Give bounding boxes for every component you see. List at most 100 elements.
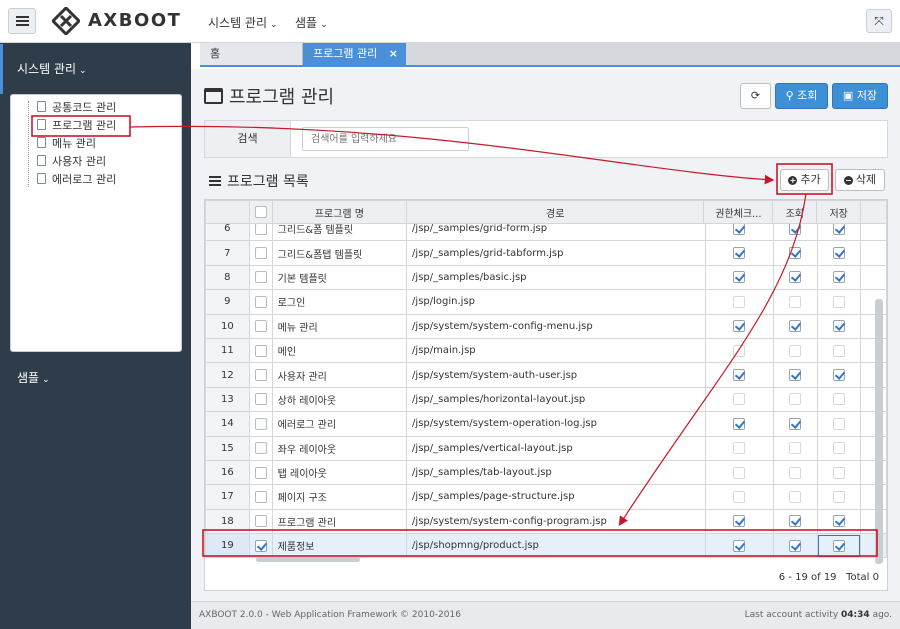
search-button[interactable]: ⚲ 조회 [775, 83, 828, 109]
tab-home[interactable]: 홈 [200, 43, 303, 65]
checked-checkbox[interactable] [733, 417, 746, 430]
checked-checkbox[interactable] [733, 369, 746, 382]
save-check-cell[interactable] [816, 337, 862, 364]
tree-item-common-code[interactable]: 공통코드 관리 [37, 100, 116, 116]
checked-checkbox[interactable] [733, 222, 746, 235]
checked-checkbox[interactable] [832, 539, 845, 552]
row-select-cell[interactable] [248, 459, 273, 486]
row-select-cell[interactable] [248, 264, 273, 291]
row-select-checkbox[interactable] [254, 344, 267, 357]
unchecked-checkbox[interactable] [832, 344, 845, 357]
program-path-cell[interactable]: /jsp/system/system-config-menu.jsp [406, 313, 706, 339]
table-row[interactable]: 14 에러로그 관리/jsp/system/system-operation-lo… [205, 411, 887, 437]
table-row[interactable]: 18 프로그램 관리/jsp/system/system-config-progr… [205, 508, 887, 535]
program-name-cell[interactable]: 프로그램 관리 [271, 508, 408, 535]
save-check-cell[interactable] [816, 313, 862, 339]
save-check-cell[interactable] [816, 508, 862, 535]
unchecked-checkbox[interactable] [832, 466, 845, 479]
tab-program-management[interactable]: 프로그램 관리 × [303, 43, 406, 65]
menu-toggle-button[interactable] [8, 8, 36, 34]
program-name-cell[interactable]: 상하 레이아웃 [271, 386, 408, 413]
row-select-checkbox[interactable] [254, 320, 267, 333]
save-check-cell[interactable] [816, 386, 862, 413]
view-check-cell[interactable] [772, 289, 818, 315]
checked-checkbox[interactable] [789, 320, 802, 333]
row-select-cell[interactable] [248, 337, 273, 364]
row-select-cell[interactable] [248, 313, 273, 339]
row-select-checkbox[interactable] [254, 222, 267, 235]
view-check-cell[interactable] [772, 240, 818, 266]
tree-item-error-log[interactable]: 에러로그 관리 [37, 172, 116, 188]
program-name-cell[interactable]: 메뉴 관리 [271, 313, 408, 339]
checked-checkbox[interactable] [832, 222, 845, 235]
unchecked-checkbox[interactable] [789, 393, 802, 406]
auth-check-cell[interactable] [704, 337, 774, 364]
unchecked-checkbox[interactable] [733, 393, 746, 406]
select-all-checkbox[interactable] [254, 206, 267, 218]
view-check-cell[interactable] [772, 337, 818, 364]
view-check-cell[interactable] [772, 435, 818, 461]
program-name-cell[interactable]: 에러로그 관리 [271, 411, 408, 437]
checked-checkbox[interactable] [733, 271, 746, 284]
table-row[interactable]: 7 그리드&폼탭 템플릿/jsp/_samples/grid-tabform.js… [205, 240, 887, 266]
search-input[interactable] [302, 127, 469, 151]
row-select-cell[interactable] [248, 411, 273, 437]
save-check-cell[interactable] [816, 411, 862, 437]
program-path-cell[interactable]: /jsp/_samples/page-structure.jsp [406, 484, 706, 510]
program-name-cell[interactable]: 페이지 구조 [271, 484, 408, 510]
auth-check-cell[interactable] [704, 313, 774, 339]
view-check-cell[interactable] [772, 508, 818, 535]
view-check-cell[interactable] [772, 484, 818, 510]
unchecked-checkbox[interactable] [789, 295, 802, 308]
refresh-button[interactable]: ⟳ [740, 83, 771, 109]
program-path-cell[interactable]: /jsp/_samples/vertical-layout.jsp [406, 435, 706, 461]
auth-check-cell[interactable] [704, 435, 774, 461]
top-menu-system[interactable]: 시스템 관리 ⌄ [208, 14, 278, 31]
checked-checkbox[interactable] [832, 320, 845, 333]
row-select-checkbox[interactable] [254, 539, 267, 552]
delete-button[interactable]: − 삭제 [835, 169, 885, 191]
program-path-cell[interactable]: /jsp/shopmng/product.jsp [406, 533, 706, 559]
view-check-cell[interactable] [772, 264, 818, 291]
column-header-save[interactable]: 저장 [816, 200, 862, 224]
checked-checkbox[interactable] [733, 320, 746, 333]
checked-checkbox[interactable] [789, 515, 802, 528]
auth-check-cell[interactable] [704, 264, 774, 291]
table-row[interactable]: 17 페이지 구조/jsp/_samples/page-structure.jsp [205, 484, 887, 510]
checked-checkbox[interactable] [789, 222, 802, 235]
row-select-checkbox[interactable] [254, 369, 267, 382]
vertical-scrollbar[interactable] [875, 299, 883, 564]
unchecked-checkbox[interactable] [832, 490, 845, 503]
table-row[interactable]: 19 제품정보/jsp/shopmng/product.jsp [205, 533, 887, 559]
program-path-cell[interactable]: /jsp/_samples/grid-tabform.jsp [406, 240, 706, 266]
checked-checkbox[interactable] [789, 417, 802, 430]
checked-checkbox[interactable] [832, 247, 845, 260]
program-path-cell[interactable]: /jsp/_samples/horizontal-layout.jsp [406, 386, 706, 413]
checked-checkbox[interactable] [733, 247, 746, 260]
checked-checkbox[interactable] [832, 369, 845, 382]
save-button[interactable]: ▣ 저장 [832, 83, 888, 109]
auth-check-cell[interactable] [704, 508, 774, 535]
checked-checkbox[interactable] [789, 539, 802, 552]
table-row[interactable]: 8 기본 템플릿/jsp/_samples/basic.jsp [205, 264, 887, 291]
row-select-cell[interactable] [248, 289, 273, 315]
view-check-cell[interactable] [772, 386, 818, 413]
row-select-cell[interactable] [248, 533, 273, 559]
save-check-cell[interactable] [816, 240, 862, 266]
unchecked-checkbox[interactable] [733, 295, 746, 308]
unchecked-checkbox[interactable] [789, 466, 802, 479]
program-name-cell[interactable]: 제품정보 [271, 533, 408, 559]
row-select-cell[interactable] [248, 362, 273, 388]
auth-check-cell[interactable] [704, 533, 774, 559]
program-path-cell[interactable]: /jsp/_samples/tab-layout.jsp [406, 459, 706, 486]
auth-check-cell[interactable] [704, 362, 774, 388]
save-check-cell[interactable] [816, 484, 862, 510]
unchecked-checkbox[interactable] [733, 344, 746, 357]
row-select-checkbox[interactable] [254, 466, 267, 479]
save-check-cell[interactable] [816, 459, 862, 486]
view-check-cell[interactable] [772, 533, 818, 559]
program-name-cell[interactable]: 그리드&폼탭 템플릿 [271, 240, 408, 266]
auth-check-cell[interactable] [704, 484, 774, 510]
horizontal-scrollbar[interactable] [256, 557, 360, 562]
view-check-cell[interactable] [772, 313, 818, 339]
